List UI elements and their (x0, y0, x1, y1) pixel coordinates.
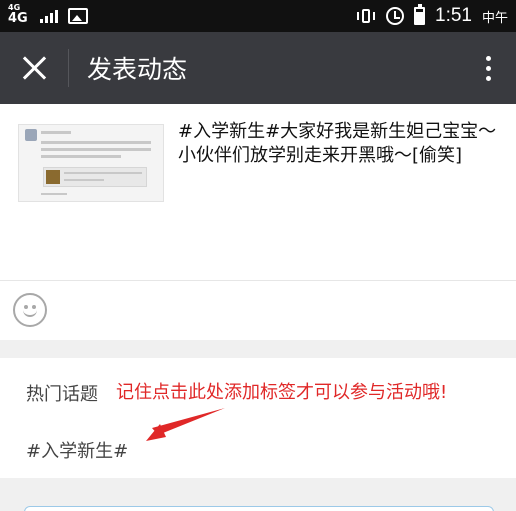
battery-icon (414, 4, 425, 25)
close-button[interactable] (0, 32, 68, 104)
close-icon (22, 56, 46, 80)
topic-tag[interactable]: #入学新生# (26, 437, 128, 463)
compose-area: #入学新生#大家好我是新生妲己宝宝～小伙伴们放学别走来开黑哦～[偷笑] (0, 104, 516, 280)
more-options-button[interactable] (460, 32, 516, 104)
alarm-icon (386, 7, 404, 25)
clock-time: 1:51 (435, 5, 472, 26)
vibrate-icon (356, 8, 376, 24)
hot-topics-label: 热门话题 (26, 384, 98, 405)
emoji-icon[interactable] (13, 293, 47, 327)
app-bar: 发表动态 (0, 32, 516, 104)
hot-topics-section: 热门话题 记住点击此处添加标签才可以参与活动哦! #入学新生# (0, 358, 516, 478)
annotation-text: 记住点击此处添加标签才可以参与活动哦! (116, 382, 448, 403)
network-sup-label: 4G (8, 2, 21, 12)
bottom-strip (0, 478, 516, 511)
signal-icon (39, 9, 58, 23)
network-indicator: 4G 4G (8, 3, 28, 26)
emoji-toolbar (0, 280, 516, 340)
clock-ampm: 中午 (481, 10, 508, 26)
status-left: 4G 4G (8, 3, 88, 26)
app-bar-divider (68, 49, 69, 87)
page-title: 发表动态 (87, 55, 188, 84)
bottom-box (24, 506, 494, 511)
status-bar: 4G 4G 1:51 中午 (0, 0, 516, 32)
more-vert-icon (485, 55, 491, 61)
photo-icon (67, 8, 88, 24)
attached-image-thumbnail[interactable] (18, 124, 164, 202)
status-right: 1:51 中午 (356, 4, 508, 27)
network-label: 4G (8, 10, 28, 26)
post-content-input[interactable]: #入学新生#大家好我是新生妲己宝宝～小伙伴们放学别走来开黑哦～[偷笑] (178, 120, 508, 168)
